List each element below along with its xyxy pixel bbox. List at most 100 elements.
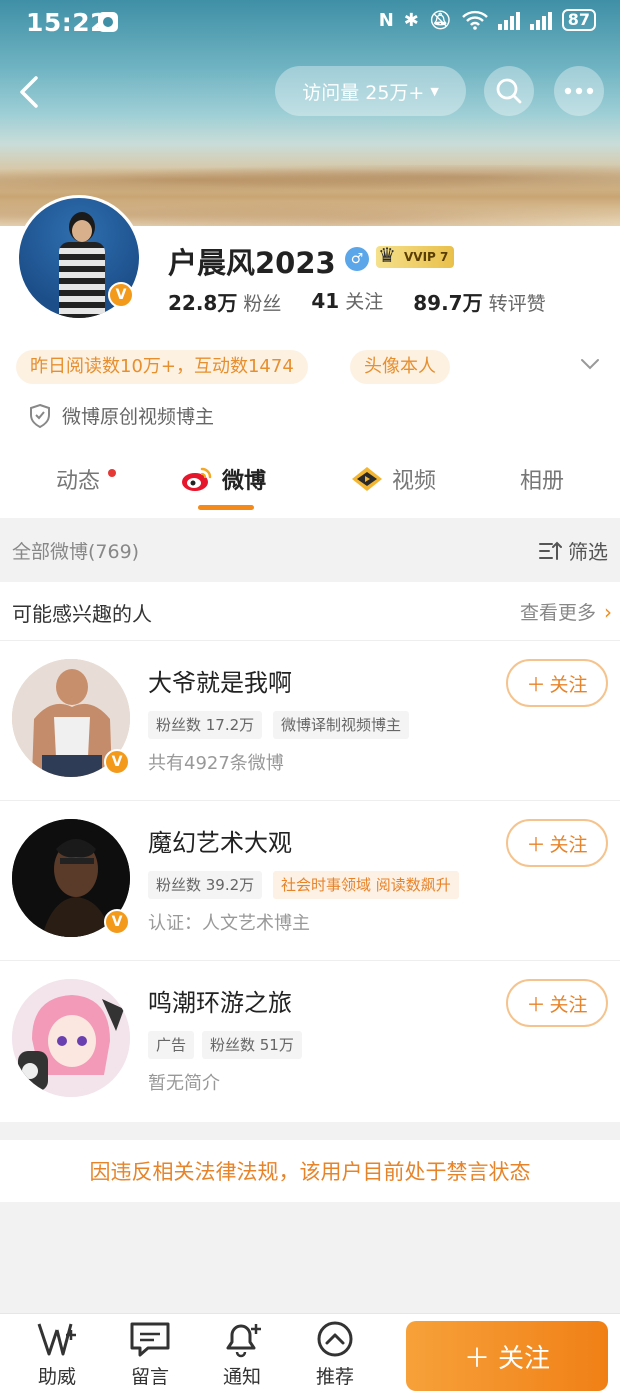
signal-icon xyxy=(497,10,520,30)
caret-down-icon: ▼ xyxy=(430,84,439,98)
creator-info: 微博原创视频博主 xyxy=(28,402,214,429)
expand-chevron-icon[interactable] xyxy=(578,352,602,376)
video-icon xyxy=(352,467,382,491)
bottom-action-bar: 助威 留言 通知 推荐 ＋ 关注 xyxy=(0,1313,620,1395)
visits-button[interactable]: 访问量 25万+ ▼ xyxy=(275,66,466,116)
unread-dot xyxy=(108,469,116,477)
see-more-label: 查看更多 xyxy=(519,602,596,624)
search-button[interactable] xyxy=(484,66,534,116)
suggest-desc: 认证：人文艺术博主 xyxy=(148,913,310,934)
profile-tabs: 动态 微博 视频 相册 xyxy=(0,455,620,517)
suggest-desc: 暂无简介 xyxy=(148,1073,220,1094)
banner-sand xyxy=(0,165,620,195)
back-button[interactable] xyxy=(10,72,50,112)
category-chip: 微博译制视频博主 xyxy=(273,711,410,739)
list-item[interactable]: V 大爷就是我啊 粉丝数 17.2万 微博译制视频博主 共有4927条微博 ＋ … xyxy=(0,640,620,800)
bell-icon xyxy=(226,1324,261,1358)
stat-fans[interactable]: 22.8万 粉丝 xyxy=(168,287,281,316)
suggest-name[interactable]: 大爷就是我啊 xyxy=(148,663,292,698)
suggested-users: 可能感兴趣的人 查看更多 › V 大爷就是我啊 粉丝数 17.2万 微博译制视频… xyxy=(0,582,620,1122)
wifi-icon xyxy=(461,10,488,30)
cheer-icon xyxy=(37,1323,76,1356)
mute-icon: 🔕︎ xyxy=(428,9,452,31)
verified-badge-icon: V xyxy=(104,909,130,935)
filter-icon xyxy=(539,541,562,560)
tab-label: 动态 xyxy=(56,469,101,494)
vip-label: VVIP xyxy=(404,250,436,264)
suggest-name[interactable]: 鸣潮环游之旅 xyxy=(148,983,292,1018)
tab-weibo[interactable]: 微博 xyxy=(180,463,266,495)
signal-icon-2 xyxy=(529,10,552,30)
cheer-button[interactable]: 助威 xyxy=(22,1320,92,1389)
ban-notice: 因违反相关法律法规，该用户目前处于禁言状态 xyxy=(0,1140,620,1202)
battery-indicator: 87 xyxy=(561,9,596,31)
male-icon: ♂ xyxy=(345,247,369,271)
vip-badge[interactable]: ♛ VVIP 7 xyxy=(376,243,455,268)
username: 户晨风2023 xyxy=(168,246,336,280)
plus-icon: ＋ xyxy=(526,993,546,1016)
follow-label: 关注 xyxy=(549,673,588,696)
verified-badge-icon: V xyxy=(108,282,134,308)
active-tab-indicator xyxy=(198,505,254,510)
status-bar: 15:22 N ✱ 🔕︎ 87 xyxy=(0,0,620,46)
visits-label: 访问量 25万+ xyxy=(302,81,425,104)
creator-label: 微博原创视频博主 xyxy=(62,406,215,428)
bottom-label: 推荐 xyxy=(315,1366,354,1388)
suggest-title: 可能感兴趣的人 xyxy=(12,602,152,626)
list-item[interactable]: V 魔幻艺术大观 粉丝数 39.2万 社会时事领域 阅读数飙升 认证：人文艺术博… xyxy=(0,800,620,960)
profile-stats: 22.8万 粉丝 41 关注 89.7万 转评赞 xyxy=(168,287,546,316)
stat-likes[interactable]: 89.7万 转评赞 xyxy=(413,287,545,316)
crown-icon: ♛ xyxy=(378,243,396,267)
tab-label: 微博 xyxy=(222,469,267,494)
tab-album[interactable]: 相册 xyxy=(520,463,564,495)
recommend-button[interactable]: 推荐 xyxy=(300,1320,370,1389)
status-icons: N ✱ 🔕︎ 87 xyxy=(379,9,596,31)
stat-label: 关注 xyxy=(345,291,384,313)
avatar-illustration xyxy=(12,979,130,1097)
chevron-right-icon: › xyxy=(604,599,612,624)
nfc-icon: N xyxy=(378,9,394,31)
chevron-up-circle-icon xyxy=(317,1321,353,1357)
suggest-avatar[interactable] xyxy=(12,979,130,1097)
app-notification-icon xyxy=(98,12,118,32)
tab-feed[interactable]: 动态 xyxy=(56,463,116,495)
stat-following[interactable]: 41 关注 xyxy=(311,287,383,316)
search-icon xyxy=(496,78,522,104)
tab-label: 视频 xyxy=(392,469,437,494)
bottom-label: 通知 xyxy=(222,1366,261,1388)
filter-label: 筛选 xyxy=(568,540,608,564)
message-button[interactable]: 留言 xyxy=(115,1320,185,1389)
main-follow-label: 关注 xyxy=(498,1343,551,1374)
avatar-verified-tag: 头像本人 xyxy=(350,350,450,384)
bottom-label: 助威 xyxy=(37,1366,76,1388)
avatar-face xyxy=(72,220,92,242)
stat-label: 粉丝 xyxy=(243,293,282,315)
main-follow-button[interactable]: ＋ 关注 xyxy=(406,1321,608,1391)
follow-label: 关注 xyxy=(549,993,588,1016)
stat-value: 89.7万 xyxy=(413,291,483,315)
follow-button[interactable]: ＋ 关注 xyxy=(506,659,608,707)
follow-button[interactable]: ＋ 关注 xyxy=(506,979,608,1027)
weibo-icon xyxy=(182,467,212,491)
tab-label: 相册 xyxy=(520,469,565,494)
follow-button[interactable]: ＋ 关注 xyxy=(506,819,608,867)
trending-chip: 社会时事领域 阅读数飙升 xyxy=(273,871,459,899)
reading-stats-tag: 昨日阅读数10万+，互动数1474 xyxy=(16,350,308,384)
notify-button[interactable]: 通知 xyxy=(207,1320,277,1389)
verified-badge-icon: V xyxy=(104,749,130,775)
tab-video[interactable]: 视频 xyxy=(350,463,436,495)
see-more-link[interactable]: 查看更多 › xyxy=(520,598,612,625)
list-item[interactable]: 鸣潮环游之旅 广告 粉丝数 51万 暂无简介 ＋ 关注 xyxy=(0,960,620,1120)
follow-label: 关注 xyxy=(549,833,588,856)
stat-label: 转评赞 xyxy=(488,293,546,315)
suggest-name[interactable]: 魔幻艺术大观 xyxy=(148,823,292,858)
status-time: 15:22 xyxy=(26,8,109,37)
more-button[interactable] xyxy=(554,66,604,116)
stat-value: 41 xyxy=(311,289,340,313)
message-icon xyxy=(130,1322,170,1357)
weibo-filter-bar: 全部微博(769) 筛选 xyxy=(0,520,620,580)
filter-button[interactable]: 筛选 xyxy=(538,536,608,565)
bottom-label: 留言 xyxy=(130,1366,169,1388)
all-weibo-count[interactable]: 全部微博(769) xyxy=(12,537,139,564)
fans-chip: 粉丝数 39.2万 xyxy=(148,871,263,899)
